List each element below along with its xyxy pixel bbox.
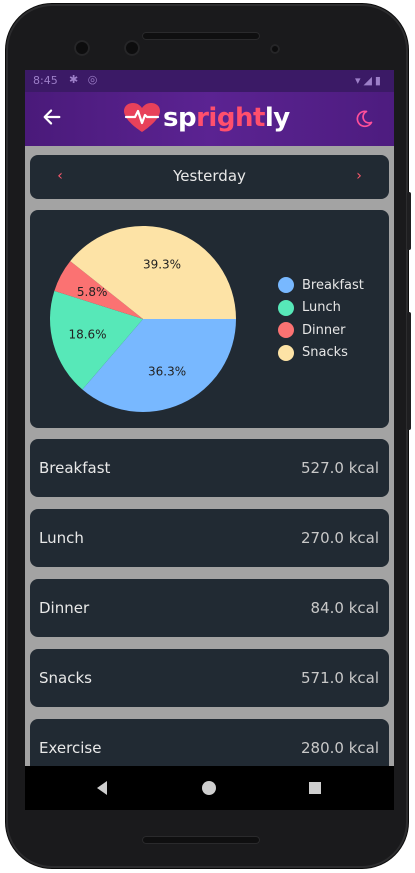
pie-slice-label: 36.3% xyxy=(148,364,186,378)
meal-kcal: 84.0 kcal xyxy=(310,599,379,617)
legend-swatch xyxy=(278,277,294,294)
arrow-left-icon[interactable] xyxy=(41,106,63,128)
logo-wordmark: sprightly xyxy=(163,103,290,133)
meal-kcal: 280.0 kcal xyxy=(300,739,379,757)
app-screen: 8:45 ✱ ◎ ▾◢▮ sprightly ‹ Yesterday › 36.… xyxy=(25,70,394,810)
legend-swatch xyxy=(278,322,294,339)
meal-kcal: 571.0 kcal xyxy=(300,669,379,687)
pie-slice-label: 39.3% xyxy=(143,258,181,272)
meal-row[interactable]: Lunch 270.0 kcal xyxy=(30,509,389,567)
app-logo: sprightly xyxy=(123,102,290,134)
meal-kcal: 527.0 kcal xyxy=(300,459,379,477)
bottom-speaker xyxy=(142,836,260,844)
meal-row[interactable]: Snacks 571.0 kcal xyxy=(30,649,389,707)
legend-label: Lunch xyxy=(302,300,341,316)
legend-label: Breakfast xyxy=(302,277,364,293)
meal-name: Snacks xyxy=(39,669,92,687)
system-nav-bar xyxy=(25,766,394,810)
status-time: 8:45 xyxy=(33,74,58,87)
status-bar: 8:45 ✱ ◎ ▾◢▮ xyxy=(25,70,394,92)
front-camera xyxy=(74,40,90,56)
meal-name: Dinner xyxy=(39,599,90,617)
legend-swatch xyxy=(278,344,294,361)
meal-row[interactable]: Dinner 84.0 kcal xyxy=(30,579,389,637)
proximity-sensor xyxy=(270,44,280,54)
back-triangle-icon[interactable] xyxy=(93,778,113,798)
chevron-right-icon[interactable]: › xyxy=(349,168,369,184)
meal-name: Lunch xyxy=(39,529,84,547)
pie-chart: 36.3%18.6%5.8%39.3% xyxy=(49,225,237,412)
front-sensor xyxy=(124,40,140,56)
power-button xyxy=(407,192,411,250)
status-system-icons: ▾◢▮ xyxy=(354,74,384,87)
chart-legend: Breakfast Lunch Dinner Snacks xyxy=(278,274,364,364)
legend-item: Snacks xyxy=(278,342,364,365)
app-bar: sprightly xyxy=(25,92,394,146)
pie-slice-label: 18.6% xyxy=(68,328,106,342)
meal-row[interactable]: Breakfast 527.0 kcal xyxy=(30,439,389,497)
legend-item: Lunch xyxy=(278,297,364,320)
status-notification-icons: ✱ ◎ xyxy=(69,73,101,86)
home-circle-icon[interactable] xyxy=(199,778,219,798)
legend-swatch xyxy=(278,299,294,316)
legend-label: Snacks xyxy=(302,345,348,361)
legend-item: Dinner xyxy=(278,319,364,342)
meal-kcal: 270.0 kcal xyxy=(300,529,379,547)
speaker-grille xyxy=(142,32,260,40)
legend-label: Dinner xyxy=(302,322,346,338)
volume-button xyxy=(407,312,411,430)
recents-square-icon[interactable] xyxy=(305,778,325,798)
date-label: Yesterday xyxy=(173,167,246,185)
calorie-pie-card: 36.3% 18.6% 5.8% 39.3% Breakfast Lunch Dinner… xyxy=(30,210,389,428)
meal-name: Breakfast xyxy=(39,459,111,477)
meal-name: Exercise xyxy=(39,739,102,757)
moon-icon[interactable] xyxy=(354,109,374,129)
date-navigator: ‹ Yesterday › xyxy=(30,155,389,199)
legend-item: Breakfast xyxy=(278,274,364,297)
heart-pulse-icon xyxy=(124,103,160,132)
